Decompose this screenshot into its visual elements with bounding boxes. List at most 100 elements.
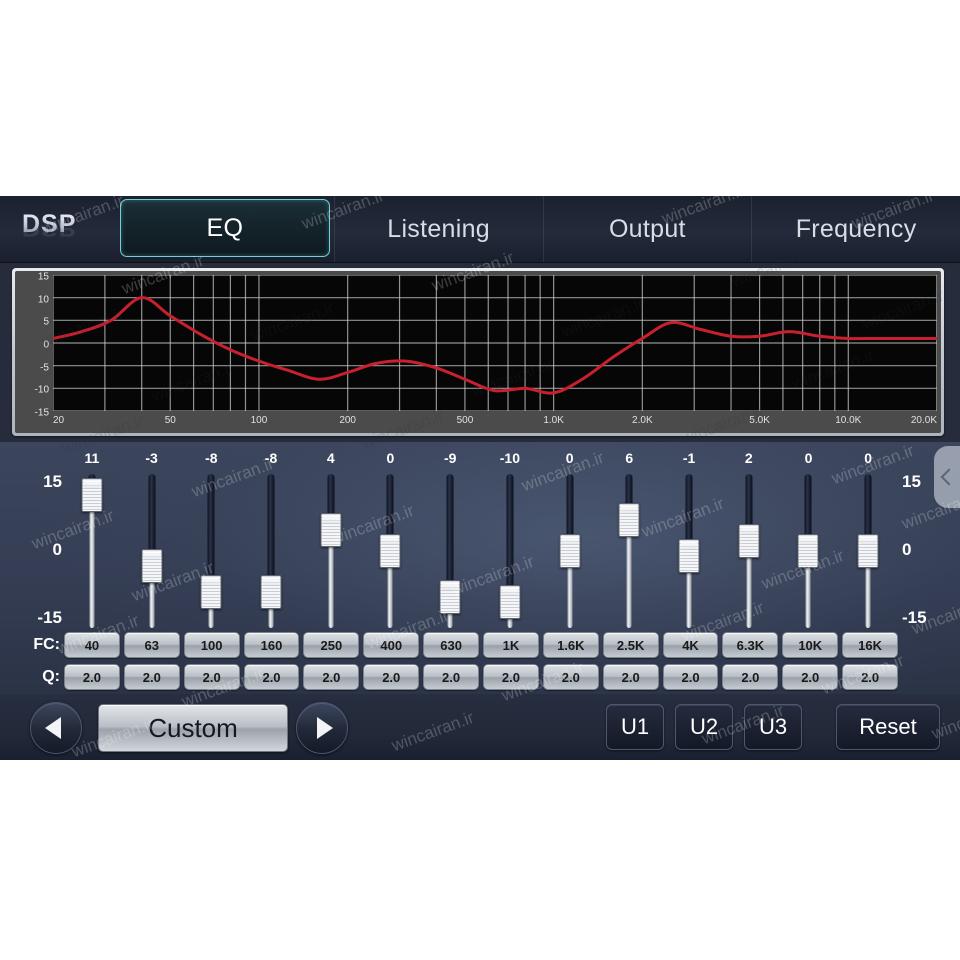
band-gain-value: -1 <box>682 450 696 466</box>
q-cell[interactable]: 2.0 <box>542 664 599 690</box>
q-cell[interactable]: 2.0 <box>483 664 539 690</box>
graph-x-tick: 100 <box>250 415 268 426</box>
q-cell[interactable]: 2.0 <box>64 664 120 690</box>
reset-button[interactable]: Reset <box>836 704 940 750</box>
dsp-logo: DSP DSP <box>22 210 122 256</box>
band-slider[interactable] <box>838 470 898 632</box>
band-slider[interactable] <box>659 470 719 632</box>
arrow-left-icon <box>45 717 61 739</box>
band-slider[interactable] <box>122 470 182 632</box>
band-slider[interactable] <box>241 470 301 632</box>
q-cell[interactable]: 2.0 <box>303 664 360 690</box>
fc-cell[interactable]: 1K <box>483 632 539 658</box>
slider-thumb[interactable] <box>320 513 342 548</box>
band-gain-values: 11 -3 -8 -8 4 0 -9 -10 0 6 -1 2 0 0 <box>62 450 898 470</box>
fc-cell[interactable]: 160 <box>243 632 300 658</box>
q-cell[interactable]: 2.0 <box>183 664 240 690</box>
fc-cell[interactable]: 2.5K <box>602 632 659 658</box>
q-cell[interactable]: 2.0 <box>243 664 300 690</box>
band-gain-value: 0 <box>804 450 813 466</box>
q-cell[interactable]: 2.0 <box>782 664 839 690</box>
panel-collapse-handle[interactable] <box>934 446 960 508</box>
band-slider[interactable] <box>420 470 480 632</box>
fc-cell[interactable]: 1.6K <box>542 632 599 658</box>
band-slider[interactable] <box>361 470 421 632</box>
fc-cell[interactable]: 250 <box>303 632 360 658</box>
band-slider[interactable] <box>540 470 600 632</box>
fc-cell[interactable]: 100 <box>183 632 240 658</box>
band-gain-value: 2 <box>744 450 753 466</box>
q-cell[interactable]: 2.0 <box>123 664 180 690</box>
slider-thumb[interactable] <box>797 534 819 568</box>
graph-x-tick: 20.0K <box>910 415 937 426</box>
graph-y-tick: 0 <box>43 339 49 351</box>
preset-name-button[interactable]: Custom <box>98 704 288 752</box>
band-gain-value: 0 <box>565 450 574 466</box>
slider-thumb[interactable] <box>81 477 103 512</box>
previous-preset-button[interactable] <box>30 702 82 754</box>
fc-cell[interactable]: 16K <box>842 632 899 658</box>
slider-thumb[interactable] <box>678 539 700 574</box>
band-slider[interactable] <box>181 470 241 632</box>
slider-thumb[interactable] <box>559 534 581 568</box>
graph-y-tick: -15 <box>34 407 49 419</box>
fc-cell[interactable]: 6.3K <box>722 632 779 658</box>
band-slider[interactable] <box>599 470 659 632</box>
fc-cell[interactable]: 4K <box>662 632 719 658</box>
graph-plot-area[interactable] <box>53 275 937 411</box>
tab-eq[interactable]: EQ <box>120 199 330 257</box>
q-cell[interactable]: 2.0 <box>363 664 420 690</box>
slider-thumb[interactable] <box>379 534 401 568</box>
slider-thumb[interactable] <box>439 580 461 615</box>
band-gain-value: -8 <box>205 450 218 466</box>
q-row-label: Q: <box>42 668 60 685</box>
graph-x-tick: 20 <box>53 415 65 426</box>
slider-thumb[interactable] <box>857 534 879 568</box>
q-cell[interactable]: 2.0 <box>662 664 719 690</box>
slider-thumb[interactable] <box>260 575 282 610</box>
scale-left-max: 15 <box>43 472 62 491</box>
q-cell[interactable]: 2.0 <box>423 664 480 690</box>
tab-frequency[interactable]: Frequency <box>751 196 960 262</box>
band-slider[interactable] <box>62 470 122 632</box>
user-preset-2-button[interactable]: U2 <box>675 704 733 750</box>
slider-track-upper <box>506 474 514 603</box>
band-gain-value: -10 <box>499 450 520 466</box>
tab-listening[interactable]: Listening <box>333 196 543 262</box>
arrow-right-icon <box>317 717 333 739</box>
slider-thumb[interactable] <box>200 575 222 610</box>
fc-cell[interactable]: 10K <box>782 632 839 658</box>
fc-cell[interactable]: 630 <box>423 632 480 658</box>
fc-row-label: FC: <box>33 636 60 653</box>
fc-cell[interactable]: 40 <box>64 632 120 658</box>
scale-right-min: -15 <box>902 608 927 627</box>
q-cell[interactable]: 2.0 <box>602 664 659 690</box>
scale-left-min: -15 <box>37 608 62 627</box>
eq-curve-svg <box>53 275 937 411</box>
band-gain-value: 0 <box>864 450 873 466</box>
band-gain-value: 4 <box>326 450 335 466</box>
graph-y-tick: 10 <box>37 294 49 306</box>
slider-track-lower <box>89 494 95 628</box>
dsp-logo-text: DSP <box>22 210 122 239</box>
fc-cell[interactable]: 400 <box>363 632 420 658</box>
slider-thumb[interactable] <box>141 549 163 584</box>
scale-left-mid: 0 <box>52 540 62 559</box>
next-preset-button[interactable] <box>296 702 348 754</box>
band-slider[interactable] <box>301 470 361 632</box>
band-slider[interactable] <box>719 470 779 632</box>
band-slider[interactable] <box>779 470 839 632</box>
slider-thumb[interactable] <box>738 523 760 558</box>
q-cell[interactable]: 2.0 <box>842 664 899 690</box>
dsp-logo-reflection: DSP <box>22 228 77 240</box>
user-preset-1-button[interactable]: U1 <box>606 704 664 750</box>
tab-output[interactable]: Output <box>542 196 752 262</box>
slider-thumb[interactable] <box>499 585 521 620</box>
fc-row: 40 63 100 160 250 400 630 1K 1.6K 2.5K 4K 6.3K 10K 16… <box>64 632 899 658</box>
slider-thumb[interactable] <box>618 503 640 538</box>
dsp-panel: DSP DSP EQ Listening Output Frequency 15… <box>0 196 960 760</box>
band-slider[interactable] <box>480 470 540 632</box>
user-preset-3-button[interactable]: U3 <box>744 704 802 750</box>
fc-cell[interactable]: 63 <box>123 632 180 658</box>
q-cell[interactable]: 2.0 <box>722 664 779 690</box>
